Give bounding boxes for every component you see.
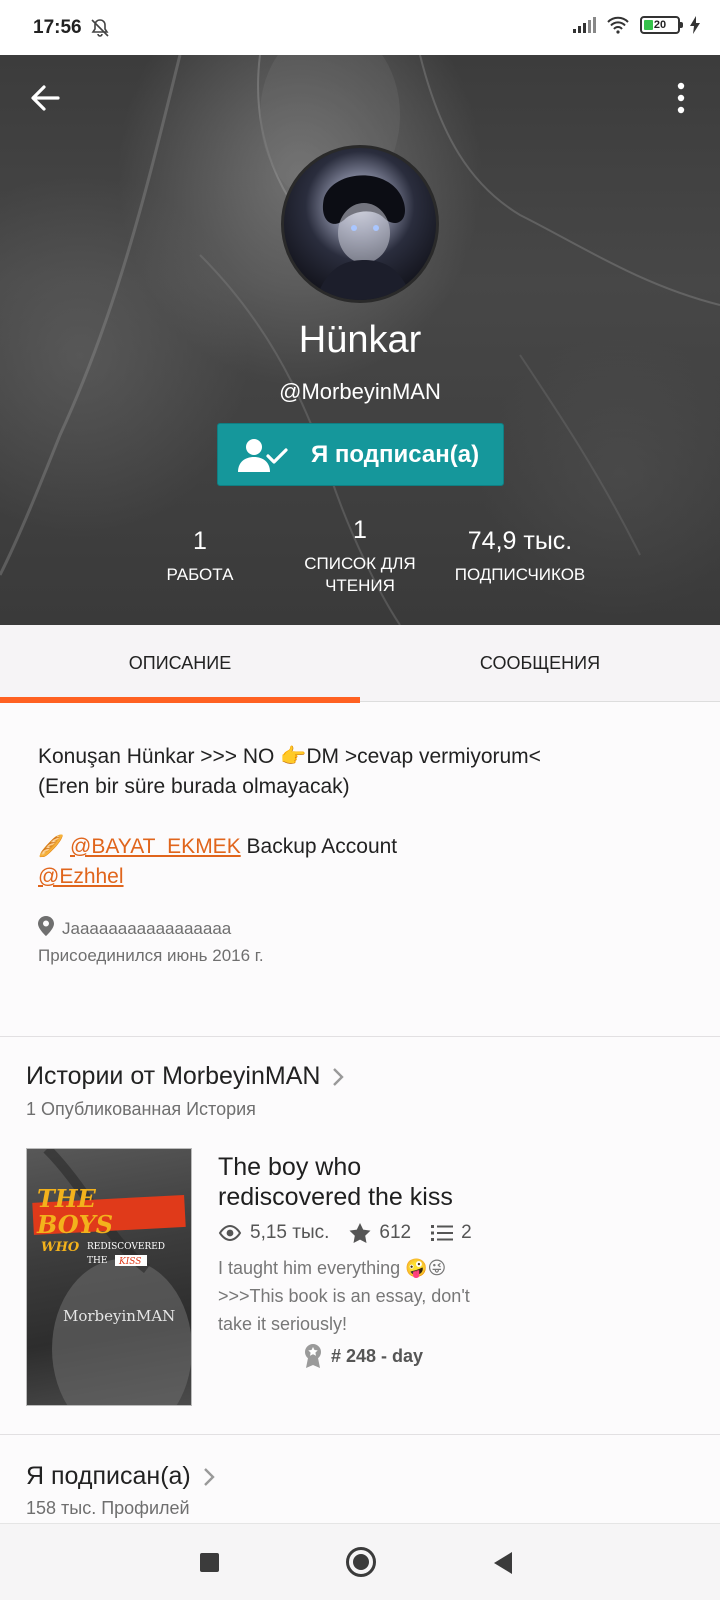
divider — [0, 1434, 720, 1435]
divider — [0, 1036, 720, 1037]
story-rank-text: # 248 - day — [331, 1345, 424, 1366]
status-bar: 17:56 20 — [0, 0, 720, 56]
tab-conversations[interactable]: СООБЩЕНИЯ — [360, 625, 720, 702]
profile-meta: Jaaaaaaaaaaaaaaaaa Присоединился июнь 20… — [38, 915, 264, 969]
story-title[interactable]: The boy who rediscovered the kiss — [218, 1152, 638, 1212]
cover-text-line-3a: WHO — [41, 1240, 80, 1255]
bread-emoji: 🥖 — [38, 835, 65, 858]
description-line-2: (Eren bir süre burada olmayacak) — [38, 775, 350, 798]
stories-section-header[interactable]: Истории от MorbeyinMAN — [26, 1062, 345, 1091]
story-votes: 612 — [379, 1222, 412, 1243]
cover-text-line-1: THE — [37, 1184, 97, 1213]
signal-icon — [573, 17, 596, 33]
more-options-icon[interactable] — [674, 81, 688, 115]
list-icon — [431, 1225, 454, 1241]
stat-followers-value: 74,9 тыс. — [467, 527, 573, 555]
story-desc-line-3: take it seriously! — [218, 1314, 348, 1334]
stat-works-label: РАБОТА — [166, 565, 234, 584]
story-stats: 5,15 тыс. 612 2 — [218, 1222, 472, 1244]
cover-author: MorbeyinMAN — [63, 1307, 175, 1325]
following-button[interactable]: Я подписан(а) — [217, 423, 504, 486]
story-title-line-1: The boy who — [218, 1153, 362, 1181]
status-time: 17:56 — [33, 17, 82, 38]
display-name: Hünkar — [298, 319, 422, 361]
bell-muted-icon — [91, 19, 109, 37]
cover-text-line-4b: KISS — [118, 1257, 141, 1267]
stat-works[interactable]: 1 РАБОТА — [140, 527, 260, 586]
home-button[interactable] — [346, 1547, 376, 1577]
cover-text-line-2: BOYS — [36, 1210, 113, 1239]
following-button-label: Я подписан(а) — [311, 441, 480, 468]
chevron-right-icon — [203, 1467, 215, 1486]
username: @MorbeyinMAN — [279, 379, 441, 404]
location-text: Jaaaaaaaaaaaaaaaaa — [62, 919, 232, 938]
following-section-subtitle: 158 тыс. Профилей — [26, 1498, 190, 1518]
avatar[interactable] — [281, 145, 439, 303]
ribbon-badge-icon — [305, 1344, 321, 1368]
star-icon — [349, 1223, 371, 1243]
chevron-right-icon — [333, 1067, 345, 1086]
location-pin-icon — [38, 916, 54, 936]
story-reads: 5,15 тыс. — [250, 1222, 330, 1243]
stat-reading-lists-label-1: СПИСОК ДЛЯ — [304, 554, 416, 573]
stat-reading-lists[interactable]: 1 СПИСОК ДЛЯ ЧТЕНИЯ — [290, 516, 430, 597]
battery-icon: 20 — [640, 16, 683, 34]
profile-description: Konuşan Hünkar >>> NO 👉DM >cevap vermiyo… — [38, 742, 678, 892]
mention-link-ezhhel[interactable]: @Ezhhel — [38, 865, 124, 888]
following-section-header[interactable]: Я подписан(а) — [26, 1462, 215, 1491]
cover-text-line-3b: REDISCOVERED — [87, 1242, 165, 1252]
system-nav-bar — [0, 1523, 720, 1600]
profile-header: Hünkar @MorbeyinMAN Я подписан(а) 1 РАБО… — [0, 55, 720, 625]
joined-date: Присоединился июнь 2016 г. — [38, 946, 264, 965]
avatar-image — [315, 175, 413, 300]
back-arrow-icon[interactable] — [28, 81, 62, 115]
story-desc-line-1: I taught him everything 🤪😜 — [218, 1258, 447, 1278]
story-title-line-2: rediscovered the kiss — [218, 1183, 453, 1211]
story-desc-line-2: >>>This book is an essay, don't — [218, 1286, 470, 1306]
stories-section-subtitle: 1 Опубликованная История — [26, 1099, 256, 1119]
mention-link-bayat-ekmek[interactable]: @BAYAT_EKMEK — [70, 835, 241, 858]
stat-followers[interactable]: 74,9 тыс. ПОДПИСЧИКОВ — [440, 527, 600, 586]
cover-text-line-4a: THE — [87, 1256, 107, 1266]
story-description: I taught him everything 🤪😜 >>>This book … — [218, 1254, 518, 1338]
eye-icon — [218, 1225, 242, 1241]
stat-reading-lists-value: 1 — [353, 516, 367, 544]
description-line-3-text: Backup Account — [240, 835, 398, 858]
story-rank: # 248 - day — [303, 1343, 423, 1369]
following-section-title: Я подписан(а) — [26, 1462, 191, 1490]
charging-icon — [690, 16, 700, 34]
wifi-icon — [607, 16, 629, 34]
system-back-button[interactable] — [494, 1552, 512, 1574]
story-cover[interactable]: THE BOYS WHO REDISCOVERED THE KISS Morbe… — [26, 1148, 192, 1406]
stat-followers-label: ПОДПИСЧИКОВ — [454, 565, 586, 584]
description-line-1: Konuşan Hünkar >>> NO 👉DM >cevap vermiyo… — [38, 745, 541, 768]
user-check-icon — [238, 439, 288, 472]
profile-tabs: ОПИСАНИЕ СООБЩЕНИЯ — [0, 625, 720, 703]
stat-reading-lists-label-2: ЧТЕНИЯ — [325, 576, 395, 595]
tab-about[interactable]: ОПИСАНИЕ — [0, 625, 360, 703]
stories-section-title: Истории от MorbeyinMAN — [26, 1062, 321, 1090]
story-parts: 2 — [461, 1222, 472, 1243]
story-cover-art: THE BOYS WHO REDISCOVERED THE KISS Morbe… — [32, 1149, 191, 1405]
recent-apps-button[interactable] — [200, 1553, 219, 1572]
stat-works-value: 1 — [193, 527, 207, 555]
